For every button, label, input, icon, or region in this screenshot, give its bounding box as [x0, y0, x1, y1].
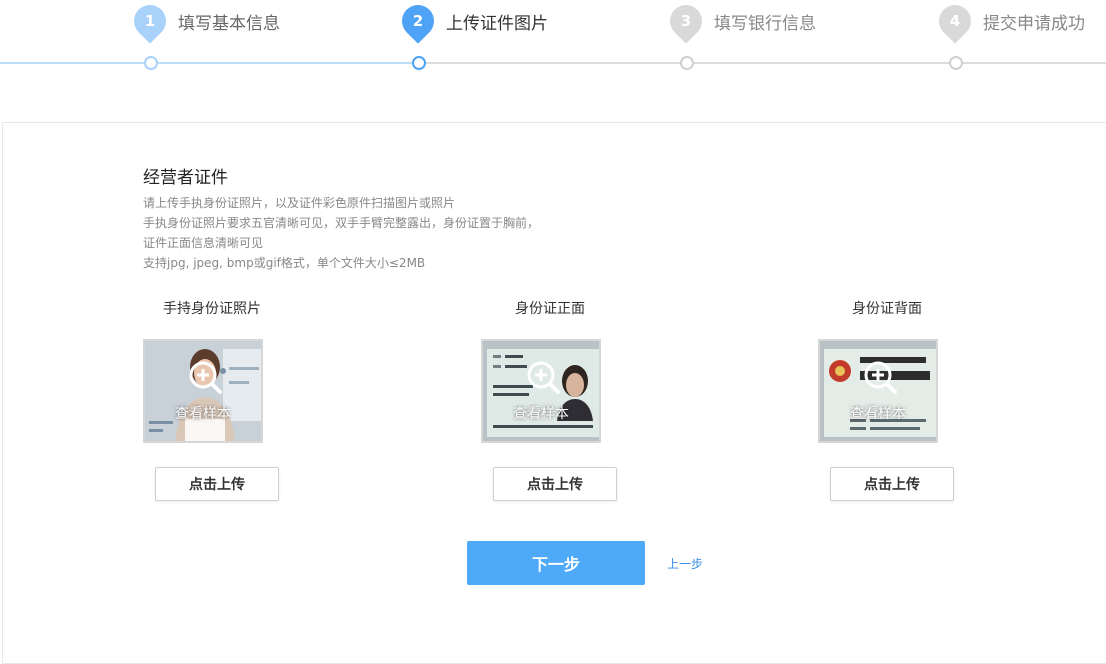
section-title: 经营者证件: [143, 168, 228, 188]
description-line: 请上传手执身份证照片，以及证件彩色原件扫描图片或照片: [143, 196, 456, 210]
step-fill-bank-info: 3 填写银行信息: [663, 0, 870, 80]
document-id-front: 身份证正面 查看样本 点击上传: [481, 299, 631, 501]
upload-button-id-front[interactable]: 点击上传: [493, 467, 617, 501]
upload-documents-card: 经营者证件 请上传手执身份证照片，以及证件彩色原件扫描图片或照片 手执身份证照片…: [2, 122, 1106, 664]
step-dot: [949, 56, 963, 70]
step-label: 填写基本信息: [178, 14, 280, 34]
description-line: 证件正面信息清晰可见: [143, 236, 264, 250]
step-dot: [412, 56, 426, 70]
view-sample-label: 查看样本: [175, 406, 231, 422]
next-step-button[interactable]: 下一步: [467, 541, 645, 585]
sample-thumbnail-id-back[interactable]: 查看样本: [818, 339, 938, 443]
previous-step-link[interactable]: 上一步: [667, 555, 703, 572]
view-sample-label: 查看样本: [850, 406, 906, 422]
step-dot: [680, 56, 694, 70]
sample-thumbnail-id-front[interactable]: 查看样本: [481, 339, 601, 443]
zoom-in-icon: [527, 361, 560, 394]
step-label: 上传证件图片: [446, 14, 548, 34]
step-dot: [144, 56, 158, 70]
progress-stepper: 1 填写基本信息 2 上传证件图片 3 填写银行信息 4 提交申请成功: [0, 0, 1106, 80]
document-id-back: 身份证背面 查看样本 点击上传: [818, 299, 968, 501]
view-sample-label: 查看样本: [513, 406, 569, 422]
step-number: 3: [680, 12, 692, 30]
zoom-in-icon: [189, 361, 222, 394]
section-description: 请上传手执身份证照片，以及证件彩色原件扫描图片或照片 手执身份证照片要求五官清晰…: [143, 193, 539, 273]
step-number: 1: [144, 12, 156, 30]
zoom-in-icon: [864, 361, 897, 394]
document-handheld-id: 手持身份证照片 查看样本 点击上传: [143, 299, 293, 501]
document-title: 身份证正面: [515, 301, 585, 317]
sample-thumbnail-handheld-id[interactable]: 查看样本: [143, 339, 263, 443]
description-line: 手执身份证照片要求五官清晰可见，双手手臂完整露出，身份证置于胸前，: [143, 216, 540, 230]
document-title: 手持身份证照片: [163, 301, 261, 317]
description-line: 支持jpg, jpeg, bmp或gif格式，单个文件大小≤2MB: [143, 256, 426, 270]
step-label: 提交申请成功: [983, 14, 1085, 34]
step-upload-documents: 2 上传证件图片: [395, 0, 602, 80]
step-fill-basic-info: 1 填写基本信息: [127, 0, 334, 80]
upload-button-id-back[interactable]: 点击上传: [830, 467, 954, 501]
step-number: 2: [412, 12, 424, 30]
step-number: 4: [949, 12, 961, 30]
upload-button-handheld-id[interactable]: 点击上传: [155, 467, 279, 501]
document-title: 身份证背面: [852, 301, 922, 317]
step-label: 填写银行信息: [714, 14, 816, 34]
step-submit-success: 4 提交申请成功: [932, 0, 1106, 80]
